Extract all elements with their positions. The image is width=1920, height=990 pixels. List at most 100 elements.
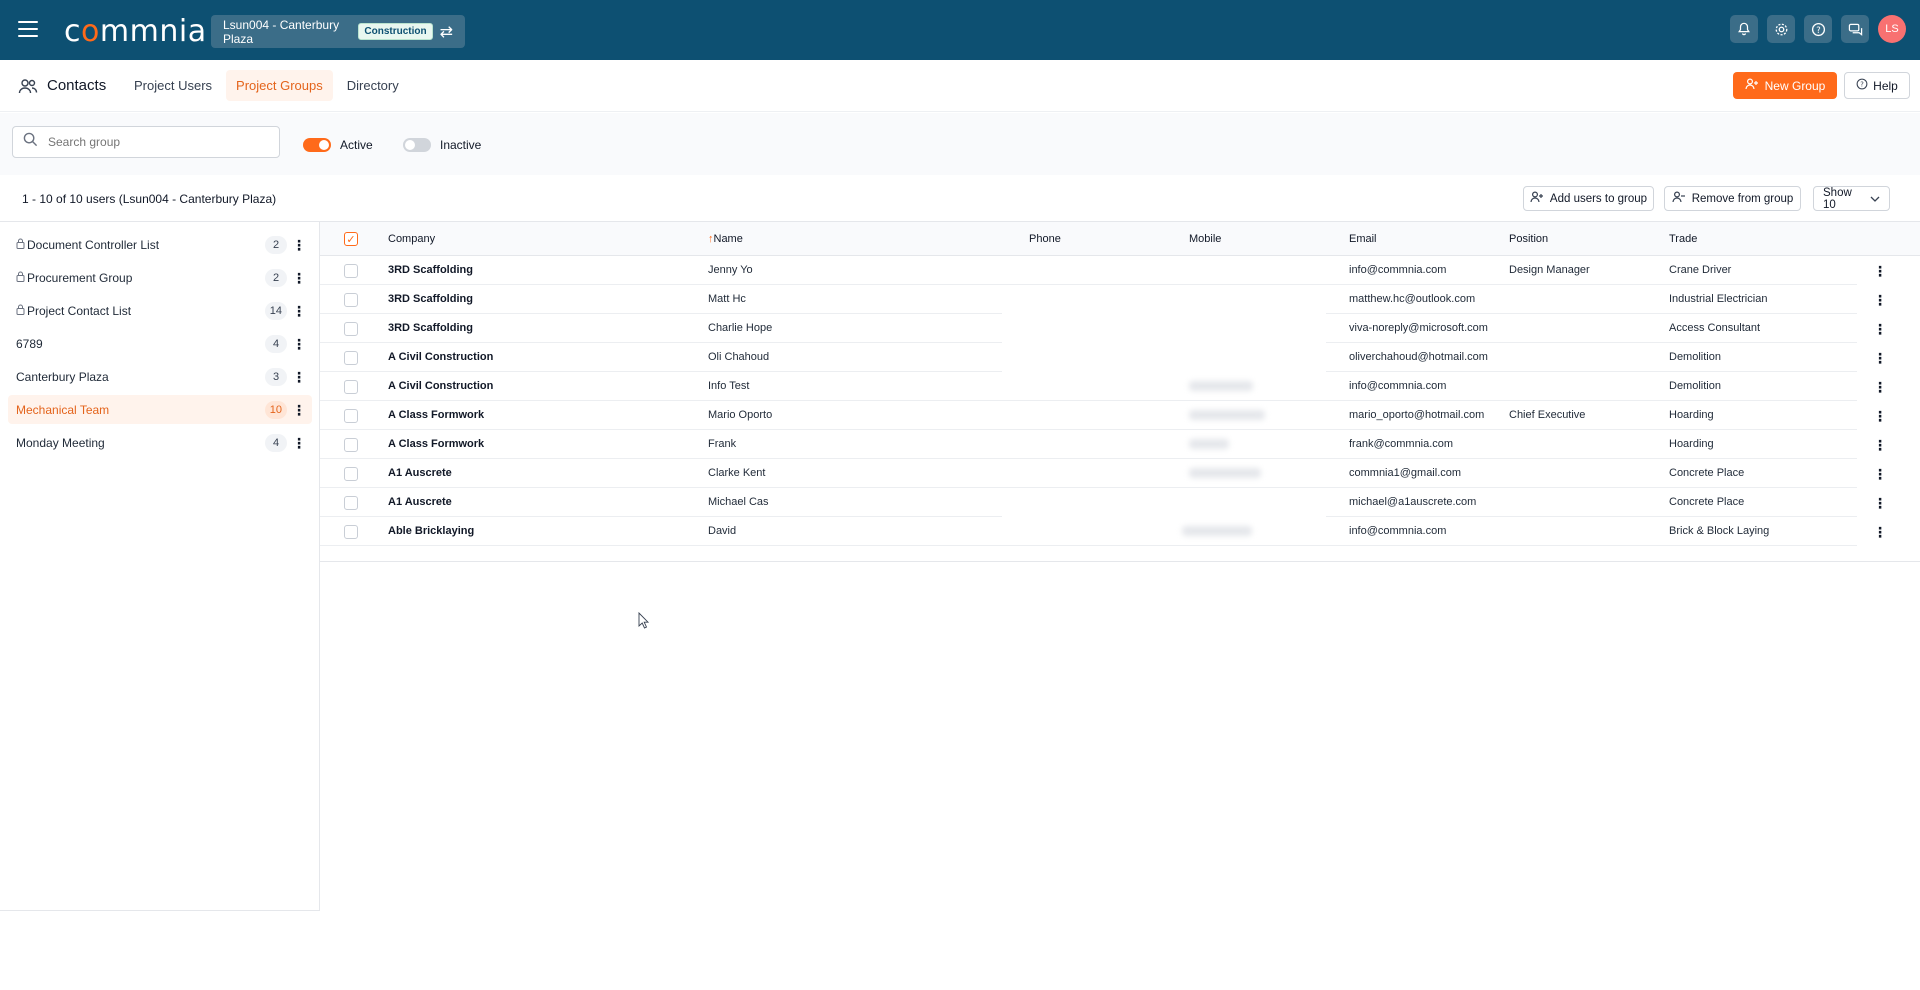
row-checkbox[interactable] <box>344 467 358 481</box>
kebab-icon[interactable]: ⋮ <box>292 271 306 285</box>
inactive-toggle[interactable]: Inactive <box>403 138 481 152</box>
group-item-procurement-group[interactable]: Procurement Group 2 ⋮ <box>8 263 312 292</box>
table-row[interactable]: Able Bricklaying David info@commnia.com … <box>320 517 1920 546</box>
group-name: Monday Meeting <box>16 435 105 450</box>
group-count: 10 <box>264 400 287 419</box>
kebab-icon[interactable]: ⋮ <box>292 370 306 384</box>
row-kebab-icon[interactable]: ⋮ <box>1873 467 1887 481</box>
row-checkbox[interactable] <box>344 293 358 307</box>
tab-project-users[interactable]: Project Users <box>124 70 222 101</box>
hamburger-icon[interactable] <box>18 21 38 37</box>
row-kebab-icon[interactable]: ⋮ <box>1873 380 1887 394</box>
th-trade[interactable]: Trade <box>1669 233 1697 245</box>
group-name: Document Controller List <box>27 237 160 252</box>
add-users-button[interactable]: Add users to group <box>1523 186 1654 211</box>
group-item-monday-meeting[interactable]: Monday Meeting 4 ⋮ <box>8 428 312 457</box>
lock-icon <box>16 238 25 252</box>
active-label: Active <box>340 138 373 152</box>
group-item-canterbury-plaza[interactable]: Canterbury Plaza 3 ⋮ <box>8 362 312 391</box>
chat-icon[interactable] <box>1841 15 1869 43</box>
group-item-project-contact-list[interactable]: Project Contact List 14 ⋮ <box>8 296 312 325</box>
group-name: Mechanical Team <box>16 402 110 417</box>
mobile-redacted <box>1189 381 1253 391</box>
table-row[interactable]: 3RD Scaffolding Matt Hc matthew.hc@outlo… <box>320 285 1920 314</box>
table-footer-divider <box>320 561 1920 562</box>
cell-email: mario_oporto@hotmail.com <box>1349 409 1485 421</box>
th-position[interactable]: Position <box>1509 233 1548 245</box>
table-row[interactable]: 3RD Scaffolding Jenny Yo info@commnia.co… <box>320 256 1920 285</box>
row-kebab-icon[interactable]: ⋮ <box>1873 496 1887 510</box>
th-name[interactable]: ↑Name <box>708 233 743 245</box>
tab-project-groups[interactable]: Project Groups <box>226 70 333 101</box>
row-kebab-icon[interactable]: ⋮ <box>1873 409 1887 423</box>
inactive-switch[interactable] <box>403 138 431 152</box>
row-kebab-icon[interactable]: ⋮ <box>1873 351 1887 365</box>
row-checkbox[interactable] <box>344 380 358 394</box>
row-kebab-icon[interactable]: ⋮ <box>1873 322 1887 336</box>
bell-icon[interactable] <box>1730 15 1758 43</box>
tab-directory[interactable]: Directory <box>337 70 409 101</box>
row-checkbox[interactable] <box>344 322 358 336</box>
active-switch[interactable] <box>303 138 331 152</box>
table-row[interactable]: A1 Auscrete Clarke Kent commnia1@gmail.c… <box>320 459 1920 488</box>
active-toggle[interactable]: Active <box>303 138 373 152</box>
search-icon <box>23 132 38 152</box>
cell-email: matthew.hc@outlook.com <box>1349 293 1476 305</box>
search-box[interactable] <box>12 126 280 158</box>
cell-email: viva-noreply@microsoft.com <box>1349 322 1488 334</box>
page-size-select[interactable]: Show 10 <box>1813 186 1890 211</box>
kebab-icon[interactable]: ⋮ <box>292 238 306 252</box>
row-checkbox[interactable] <box>344 438 358 452</box>
group-count: 3 <box>265 367 287 386</box>
row-checkbox[interactable] <box>344 409 358 423</box>
select-all-checkbox[interactable]: ✓ <box>344 232 358 246</box>
group-item-document-controller-list[interactable]: Document Controller List 2 ⋮ <box>8 230 312 259</box>
cell-email: info@commnia.com <box>1349 264 1447 276</box>
search-input[interactable] <box>48 135 268 149</box>
cell-company: A Class Formwork <box>388 438 485 450</box>
gear-icon[interactable] <box>1767 15 1795 43</box>
table-row[interactable]: A1 Auscrete Michael Cas michael@a1auscre… <box>320 488 1920 517</box>
cell-email: oliverchahoud@hotmail.com <box>1349 351 1488 363</box>
group-count: 2 <box>265 235 287 254</box>
group-name: 6789 <box>16 336 43 351</box>
th-email[interactable]: Email <box>1349 233 1377 245</box>
table-row[interactable]: A Civil Construction Oli Chahoud oliverc… <box>320 343 1920 372</box>
cell-name: David <box>708 525 737 537</box>
th-company[interactable]: Company <box>388 233 435 245</box>
table-row[interactable]: A Civil Construction Info Test info@comm… <box>320 372 1920 401</box>
project-switcher[interactable]: Lsun004 - Canterbury Plaza Construction … <box>211 15 465 48</box>
row-kebab-icon[interactable]: ⋮ <box>1873 293 1887 307</box>
contacts-title-label: Contacts <box>47 77 107 94</box>
kebab-icon[interactable]: ⋮ <box>292 436 306 450</box>
group-name: Canterbury Plaza <box>16 369 109 384</box>
avatar[interactable]: LS <box>1878 15 1906 43</box>
kebab-icon[interactable]: ⋮ <box>292 304 306 318</box>
row-kebab-icon[interactable]: ⋮ <box>1873 438 1887 452</box>
th-phone[interactable]: Phone <box>1029 233 1061 245</box>
table-row[interactable]: A Class Formwork Frank frank@commnia.com… <box>320 430 1920 459</box>
table-row[interactable]: 3RD Scaffolding Charlie Hope viva-norepl… <box>320 314 1920 343</box>
row-checkbox[interactable] <box>344 351 358 365</box>
add-users-label: Add users to group <box>1549 192 1648 205</box>
row-kebab-icon[interactable]: ⋮ <box>1873 264 1887 278</box>
logo-text: commnia <box>64 14 207 49</box>
new-group-button[interactable]: New Group <box>1733 72 1837 99</box>
row-checkbox[interactable] <box>344 496 358 510</box>
kebab-icon[interactable]: ⋮ <box>292 337 306 351</box>
help-icon[interactable]: ? <box>1804 15 1832 43</box>
group-item-mechanical-team[interactable]: Mechanical Team 10 ⋮ <box>8 395 312 424</box>
kebab-icon[interactable]: ⋮ <box>292 403 306 417</box>
cell-position: Design Manager <box>1509 264 1590 276</box>
logo: commnia <box>64 14 207 49</box>
row-kebab-icon[interactable]: ⋮ <box>1873 525 1887 539</box>
table-row[interactable]: A Class Formwork Mario Oporto mario_opor… <box>320 401 1920 430</box>
filter-bar: Active Inactive <box>0 113 1920 175</box>
group-item-6789[interactable]: 6789 4 ⋮ <box>8 329 312 358</box>
row-checkbox[interactable] <box>344 264 358 278</box>
cell-company: A1 Auscrete <box>388 496 452 508</box>
help-button[interactable]: ? Help <box>1844 72 1910 99</box>
remove-from-group-button[interactable]: Remove from group <box>1664 186 1801 211</box>
row-checkbox[interactable] <box>344 525 358 539</box>
th-mobile[interactable]: Mobile <box>1189 233 1221 245</box>
